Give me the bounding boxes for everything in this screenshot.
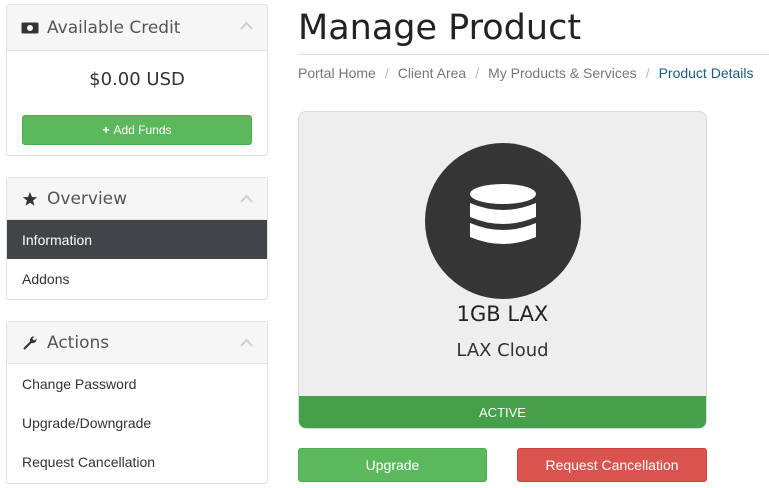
sidebar-item-information[interactable]: Information xyxy=(7,220,267,259)
breadcrumb-separator: / xyxy=(475,64,480,81)
money-icon xyxy=(21,19,39,37)
overview-panel: Overview Information Addons xyxy=(6,177,268,300)
available-credit-header[interactable]: Available Credit xyxy=(7,5,267,51)
product-card: 1GB LAX LAX Cloud ACTIVE xyxy=(298,111,707,429)
actions-panel: Actions Change Password Upgrade/Downgrad… xyxy=(6,321,268,484)
database-icon xyxy=(425,143,581,299)
add-funds-button[interactable]: + Add Funds xyxy=(22,115,252,145)
breadcrumb: Portal Home / Client Area / My Products … xyxy=(298,54,769,90)
breadcrumb-product-details: Product Details xyxy=(658,64,754,81)
credit-amount: $0.00 USD xyxy=(89,69,185,90)
actions-header[interactable]: Actions xyxy=(7,322,267,364)
plus-icon: + xyxy=(102,123,110,137)
wrench-icon xyxy=(21,334,39,352)
sidebar-item-upgrade-downgrade[interactable]: Upgrade/Downgrade xyxy=(7,403,267,442)
breadcrumb-portal-home[interactable]: Portal Home xyxy=(298,65,376,81)
product-name: 1GB LAX xyxy=(456,302,549,326)
breadcrumb-separator: / xyxy=(645,64,650,81)
sidebar-item-change-password[interactable]: Change Password xyxy=(7,364,267,403)
available-credit-panel: Available Credit $0.00 USD + Add Funds xyxy=(6,4,268,156)
product-group: LAX Cloud xyxy=(456,340,549,361)
request-cancellation-button[interactable]: Request Cancellation xyxy=(517,448,707,482)
panel-title: Available Credit xyxy=(47,17,181,38)
panel-title: Overview xyxy=(47,188,128,209)
breadcrumb-separator: / xyxy=(384,64,389,81)
sidebar-item-addons[interactable]: Addons xyxy=(7,259,267,298)
page-title: Manage Product xyxy=(298,8,582,48)
status-badge: ACTIVE xyxy=(299,396,706,428)
chevron-up-icon[interactable] xyxy=(240,335,253,350)
chevron-up-icon[interactable] xyxy=(240,18,253,33)
sidebar-item-request-cancellation[interactable]: Request Cancellation xyxy=(7,442,267,481)
chevron-up-icon[interactable] xyxy=(240,191,253,206)
breadcrumb-client-area[interactable]: Client Area xyxy=(398,65,466,81)
breadcrumb-my-products[interactable]: My Products & Services xyxy=(488,65,637,81)
add-funds-label: Add Funds xyxy=(113,123,172,137)
upgrade-button[interactable]: Upgrade xyxy=(298,448,487,482)
panel-title: Actions xyxy=(47,332,110,353)
overview-header[interactable]: Overview xyxy=(7,178,267,220)
star-icon xyxy=(21,190,39,208)
